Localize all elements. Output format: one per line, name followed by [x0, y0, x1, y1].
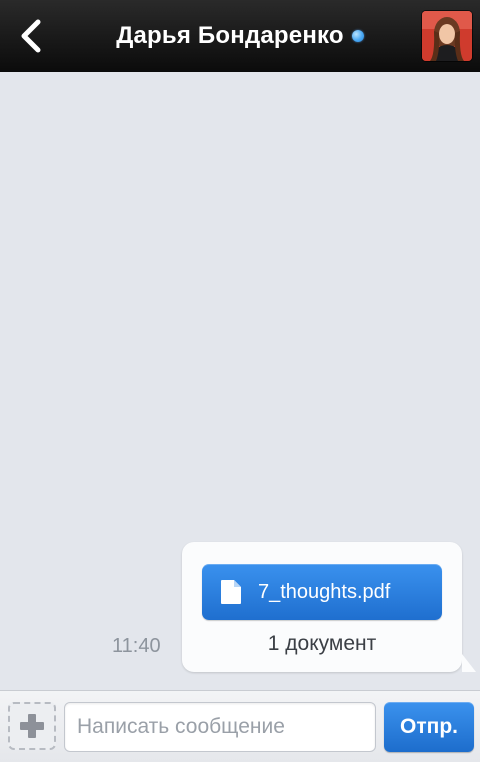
- back-button[interactable]: [14, 16, 50, 56]
- message-list[interactable]: 11:40 7_thoughts.pdf 1 документ: [0, 72, 480, 690]
- message-input[interactable]: [64, 702, 376, 752]
- file-attachment-button[interactable]: 7_thoughts.pdf: [202, 564, 442, 620]
- online-status-icon: [351, 30, 364, 42]
- attach-button[interactable]: [8, 702, 56, 750]
- contact-avatar[interactable]: [422, 11, 472, 61]
- bubble-tail: [462, 654, 476, 672]
- avatar-image: [422, 11, 472, 61]
- send-button[interactable]: Отпр.: [384, 702, 474, 752]
- message-bubble[interactable]: 7_thoughts.pdf 1 документ: [182, 542, 476, 672]
- contact-title[interactable]: Дарья Бондаренко: [80, 0, 400, 72]
- chevron-left-icon: [21, 19, 41, 53]
- contact-name: Дарья Бондаренко: [116, 22, 344, 49]
- chat-header: Дарья Бондаренко: [0, 0, 480, 72]
- message-time: 11:40: [112, 635, 161, 657]
- composer-bar: Отпр.: [0, 690, 480, 762]
- document-icon: [221, 580, 241, 604]
- attachment-summary: 1 документ: [267, 632, 377, 655]
- plus-icon: [20, 714, 44, 738]
- file-name: 7_thoughts.pdf: [258, 581, 391, 603]
